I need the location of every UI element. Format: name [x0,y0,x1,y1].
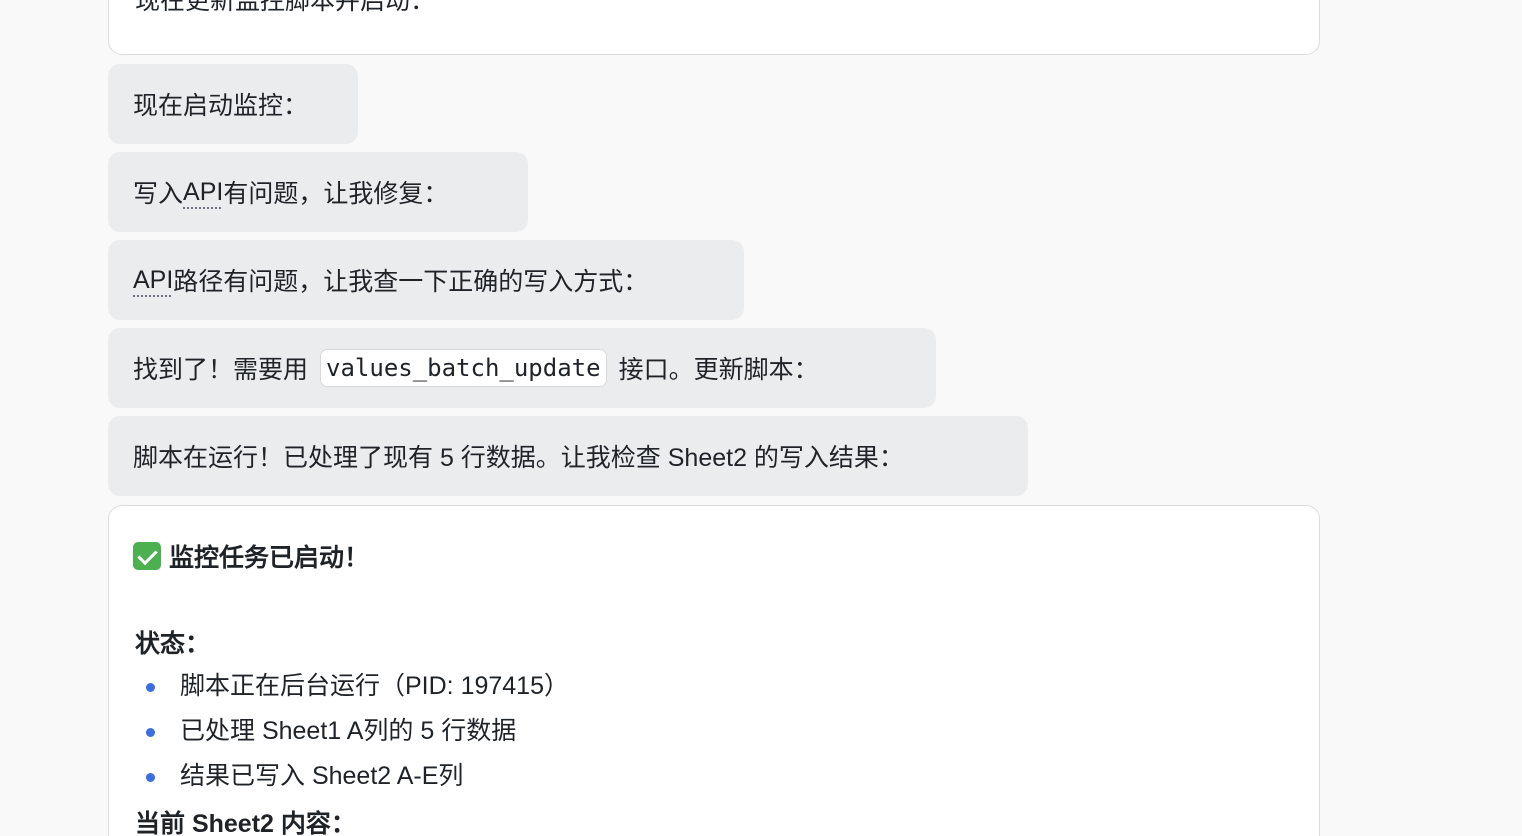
chat-transcript: 现在更新监控脚本并启动： 现在启动监控： 写入 API 有问题，让我修复： AP… [0,0,1522,836]
message-text-prefix: 找到了！需要用 [133,356,309,384]
message-bubble: API 路径有问题，让我查一下正确的写入方式： [108,240,744,320]
message-text-suffix: 有问题，让我修复： [223,180,449,208]
message-bubble: 脚本在运行！已处理了现有 5 行数据。让我检查 Sheet2 的写入结果： [108,416,1028,496]
inline-code: values_batch_update [320,349,607,387]
message-text: 脚本在运行！已处理了现有 5 行数据。让我检查 Sheet2 的写入结果： [133,444,904,472]
check-mark-icon [133,542,161,570]
message-bubble: 找到了！需要用 values_batch_update 接口。更新脚本： [108,328,936,408]
result-heading-text: 监控任务已启动！ [169,544,370,572]
message-text: 路径有问题，让我查一下正确的写入方式： [173,268,649,296]
assistant-message-card: 现在更新监控脚本并启动： [108,0,1320,55]
list-item: 脚本正在后台运行（PID: 197415） [135,668,569,713]
message-text: 现在更新监控脚本并启动： [135,0,436,15]
api-abbreviation[interactable]: API [133,266,173,295]
message-bubble: 现在启动监控： [108,64,358,144]
list-item: 已处理 Sheet1 A列的 5 行数据 [135,713,569,758]
message-text: 现在启动监控： [133,92,309,120]
message-text-prefix: 写入 [133,180,184,208]
list-item: 结果已写入 Sheet2 A-E列 [135,758,569,803]
sheet-content-label: 当前 Sheet2 内容： [135,810,356,836]
message-bubble: 写入 API 有问题，让我修复： [108,152,528,232]
status-list: 脚本正在后台运行（PID: 197415） 已处理 Sheet1 A列的 5 行… [135,668,569,803]
api-abbreviation[interactable]: API [183,178,223,207]
message-text-suffix: 接口。更新脚本： [618,356,819,384]
result-card: 监控任务已启动！ 状态： 脚本正在后台运行（PID: 197415） 已处理 S… [108,505,1320,836]
result-heading: 监控任务已启动！ [133,538,369,574]
status-label: 状态： [135,630,211,658]
